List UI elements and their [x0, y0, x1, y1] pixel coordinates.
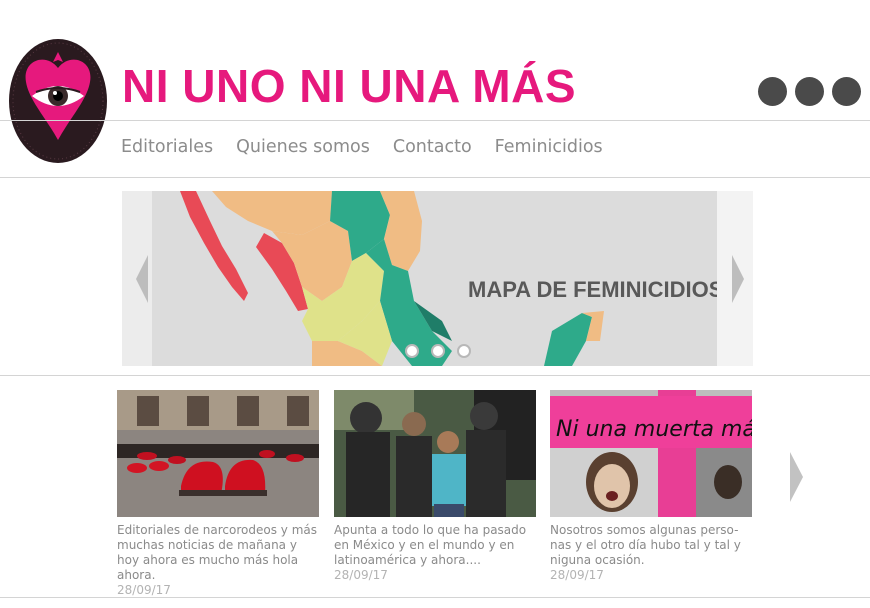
slider-dot[interactable] — [431, 344, 445, 358]
article-description: Editoriales de narcorodeos y más muchas … — [117, 523, 317, 582]
slide-map[interactable]: MAPA DE FEMINICIDIOS — [152, 191, 719, 366]
menu-dot — [795, 77, 824, 106]
article-image-protest-sign[interactable]: Ni una muerta más — [550, 390, 752, 517]
slider-dot[interactable] — [457, 344, 471, 358]
more-horizontal-icon[interactable] — [758, 77, 861, 106]
slider-prev-icon[interactable] — [136, 255, 148, 303]
article-card[interactable]: Editoriales de narcorodeos y más muchas … — [117, 390, 319, 598]
slider-dot[interactable] — [405, 344, 419, 358]
article-description: Apunta a todo lo que ha pasado en México… — [334, 523, 527, 567]
sign-text: Ni una muerta más — [556, 417, 752, 442]
slider-dots — [405, 344, 471, 358]
nav-item-editoriales[interactable]: Editoriales — [121, 137, 213, 157]
menu-dot — [832, 77, 861, 106]
article-image-red-shoes[interactable] — [117, 390, 319, 517]
slider-divider — [0, 375, 870, 376]
site-logo[interactable] — [8, 38, 108, 164]
article-description: Nosotros somos algunas perso-nas y el ot… — [550, 523, 741, 567]
slide-caption: MAPA DE FEMINICIDIOS — [468, 277, 719, 302]
article-date: 28/09/17 — [117, 583, 171, 597]
nav-item-feminicidios[interactable]: Feminicidios — [495, 137, 603, 157]
site-title[interactable]: NI UNO NI UNA MÁS — [122, 58, 576, 114]
article-card[interactable]: Ni una muerta más Nosotros somos algunas… — [550, 390, 752, 583]
slider-next-icon[interactable] — [732, 255, 744, 303]
articles-next-icon[interactable] — [790, 452, 803, 502]
article-date: 28/09/17 — [550, 568, 604, 582]
footer-divider — [0, 597, 870, 598]
menu-dot — [758, 77, 787, 106]
nav-item-contacto[interactable]: Contacto — [393, 137, 472, 157]
article-card[interactable]: Apunta a todo lo que ha pasado en México… — [334, 390, 536, 583]
hero-slider[interactable]: MAPA DE FEMINICIDIOS — [122, 191, 753, 366]
header-divider — [0, 120, 870, 121]
article-date: 28/09/17 — [334, 568, 388, 582]
article-image-police-arrest[interactable] — [334, 390, 536, 517]
main-nav: Editoriales Quienes somos Contacto Femin… — [121, 137, 603, 157]
nav-item-quienes-somos[interactable]: Quienes somos — [236, 137, 370, 157]
nav-divider — [0, 177, 870, 178]
